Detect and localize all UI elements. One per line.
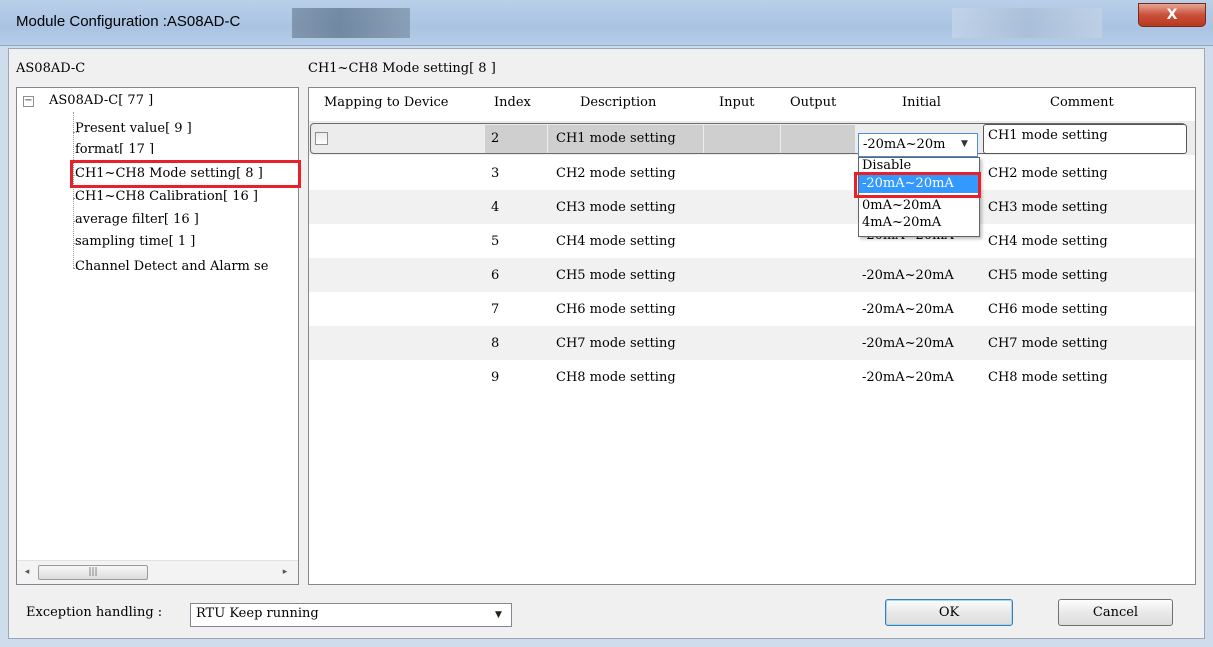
row-comment: CH4 mode setting <box>988 234 1108 249</box>
row-comment[interactable]: CH1 mode setting <box>988 128 1108 143</box>
column-header-comment[interactable]: Comment <box>1050 95 1114 110</box>
column-header-index[interactable]: Index <box>494 95 531 110</box>
row-initial: -20mA~20mA <box>862 370 954 385</box>
row-comment: CH8 mode setting <box>988 370 1108 385</box>
column-header-mapping[interactable]: Mapping to Device <box>324 95 448 110</box>
row-comment: CH2 mode setting <box>988 166 1108 181</box>
row-comment: CH7 mode setting <box>988 336 1108 351</box>
row-initial: -20mA~20mA <box>862 336 954 351</box>
column-header-description[interactable]: Description <box>580 95 656 110</box>
row-description: CH6 mode setting <box>556 302 676 317</box>
row-initial: -20mA~20mA <box>862 302 954 317</box>
row-index: 5 <box>491 234 500 249</box>
column-header-input[interactable]: Input <box>719 95 754 110</box>
exception-handling-label: Exception handling : <box>26 605 163 620</box>
module-label: AS08AD-C <box>16 61 86 76</box>
cancel-button[interactable]: Cancel <box>1058 599 1173 626</box>
column-header-output[interactable]: Output <box>790 95 836 110</box>
close-button[interactable]: X <box>1138 3 1206 27</box>
ok-button[interactable]: OK <box>885 599 1013 626</box>
tree-item-format[interactable]: format[ 17 ] <box>75 142 154 154</box>
row-index: 3 <box>491 166 500 181</box>
selection-annotation <box>854 172 981 198</box>
close-icon: X <box>1166 7 1178 23</box>
column-header-initial[interactable]: Initial <box>902 95 941 110</box>
row-index: 6 <box>491 268 500 283</box>
row-comment: CH6 mode setting <box>988 302 1108 317</box>
scroll-right-icon[interactable]: ▸ <box>278 565 292 579</box>
collapse-icon[interactable]: − <box>23 96 34 107</box>
row-description: CH7 mode setting <box>556 336 676 351</box>
row-comment: CH3 mode setting <box>988 200 1108 215</box>
section-title: CH1~CH8 Mode setting[ 8 ] <box>308 61 496 76</box>
row-index: 2 <box>491 131 500 146</box>
tree-root[interactable]: AS08AD-C[ 77 ] <box>49 93 153 108</box>
row-description: CH4 mode setting <box>556 234 676 249</box>
dropdown-option-disable[interactable]: Disable <box>862 158 911 172</box>
tree-item-calibration[interactable]: CH1~CH8 Calibration[ 16 ] <box>75 189 258 204</box>
row-description: CH1 mode setting <box>556 131 676 146</box>
dropdown-option-0-20[interactable]: 0mA~20mA <box>862 198 941 213</box>
row-index: 4 <box>491 200 500 215</box>
row-description: CH2 mode setting <box>556 166 676 181</box>
dropdown-option-4-20[interactable]: 4mA~20mA <box>862 215 941 230</box>
chevron-down-icon[interactable]: ▼ <box>495 610 502 620</box>
tree-item-channel-detect[interactable]: Channel Detect and Alarm se <box>75 259 268 274</box>
tree-item-sampling-time[interactable]: sampling time[ 1 ] <box>75 234 195 249</box>
row-index: 8 <box>491 336 500 351</box>
title-bar-blur <box>952 8 1102 38</box>
row-comment: CH5 mode setting <box>988 268 1108 283</box>
mapping-checkbox[interactable] <box>315 132 328 145</box>
exception-handling-value: RTU Keep running <box>196 606 319 621</box>
window-title: Module Configuration :AS08AD-C <box>16 13 241 30</box>
selection-annotation <box>70 160 301 188</box>
row-index: 9 <box>491 370 500 385</box>
tree-item-average-filter[interactable]: average filter[ 16 ] <box>75 212 199 227</box>
title-bar-blur <box>292 8 410 38</box>
tree-connector <box>73 112 74 268</box>
scroll-left-icon[interactable]: ◂ <box>20 565 34 579</box>
row-description: CH5 mode setting <box>556 268 676 283</box>
row-index: 7 <box>491 302 500 317</box>
row-initial: -20mA~20mA <box>862 268 954 283</box>
chevron-down-icon[interactable]: ▼ <box>961 139 968 149</box>
tree-item-present-value[interactable]: Present value[ 9 ] <box>75 121 192 137</box>
row-description: CH8 mode setting <box>556 370 676 385</box>
row-description: CH3 mode setting <box>556 200 676 215</box>
combobox-value: -20mA~20m <box>863 137 946 152</box>
scroll-thumb[interactable]: ||| <box>38 565 148 580</box>
